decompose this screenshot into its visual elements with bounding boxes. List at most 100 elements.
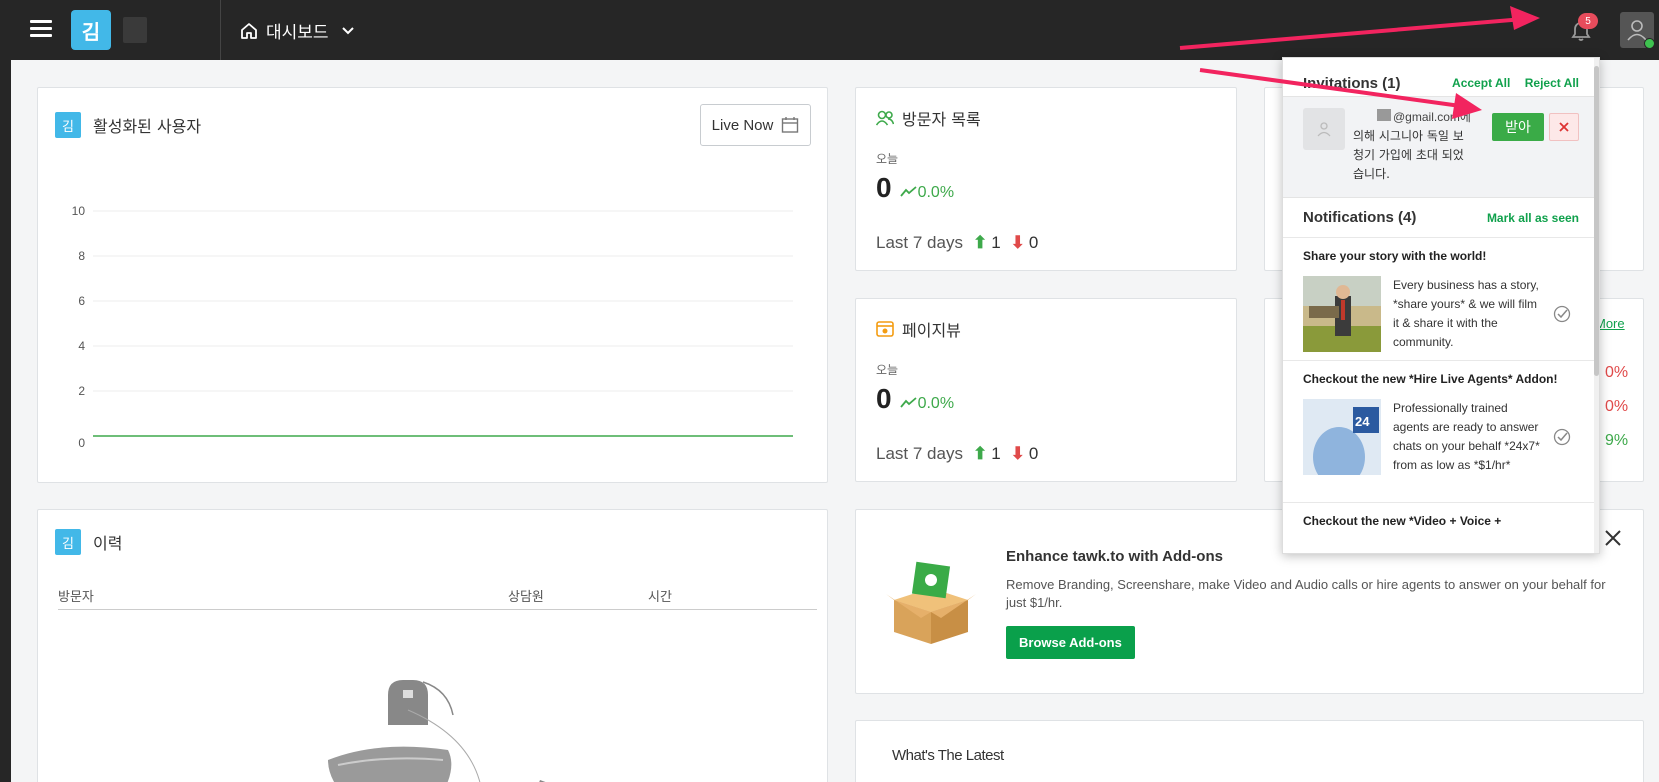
col-visitor: 방문자 bbox=[58, 590, 94, 605]
notification-body: Every business has a story, *share yours… bbox=[1393, 278, 1539, 349]
chevron-down-icon bbox=[341, 26, 354, 34]
invite-email: @gmail.com에 bbox=[1393, 110, 1471, 124]
user-icon bbox=[1317, 122, 1331, 137]
home-icon bbox=[241, 22, 257, 39]
property-badge[interactable]: 김 bbox=[71, 10, 111, 50]
close-icon bbox=[1559, 122, 1569, 132]
agent-image-label: 24 bbox=[1355, 414, 1370, 429]
trend-icon bbox=[899, 186, 917, 197]
chart-y-tick-label: 4 bbox=[78, 339, 85, 353]
top-bar: 김 대시보드 5 bbox=[0, 0, 1659, 60]
visitors-today-value: 0 bbox=[876, 172, 892, 203]
notification-body: Professionally trained agents are ready … bbox=[1393, 401, 1540, 472]
empty-mailbox-illustration bbox=[328, 680, 568, 782]
chart-y-tick-label: 2 bbox=[78, 384, 85, 398]
story-image bbox=[1303, 276, 1381, 352]
notification-count-badge: 5 bbox=[1578, 13, 1598, 29]
inviter-avatar bbox=[1303, 108, 1345, 150]
topbar-divider bbox=[220, 0, 221, 60]
notification-item[interactable]: Checkout the new *Hire Live Agents* Addo… bbox=[1283, 361, 1599, 503]
user-icon bbox=[1627, 20, 1647, 41]
check-circle-icon[interactable] bbox=[1553, 428, 1571, 446]
left-strip bbox=[0, 0, 11, 782]
pageviews-title: 페이지뷰 bbox=[902, 321, 961, 340]
col-agent: 상담원 bbox=[508, 590, 544, 605]
notification-item[interactable]: Checkout the new *Video + Voice + bbox=[1283, 503, 1599, 553]
latest-title: What's The Latest bbox=[892, 747, 1004, 764]
notification-title: Checkout the new *Video + Voice + bbox=[1303, 514, 1502, 528]
addons-title: Enhance tawk.to with Add-ons bbox=[1006, 548, 1223, 565]
calendar-icon bbox=[782, 117, 799, 133]
col-time: 시간 bbox=[648, 590, 672, 605]
pageviews-last7-label: Last 7 days bbox=[876, 444, 963, 463]
panel-scrollbar[interactable] bbox=[1594, 58, 1599, 553]
live-now-label: Live Now bbox=[711, 116, 774, 134]
close-icon[interactable] bbox=[1604, 529, 1622, 547]
arrow-up-icon: ⬆ bbox=[972, 233, 988, 252]
chart-y-tick-label: 8 bbox=[78, 249, 85, 263]
active-users-card: 김 활성화된 사용자 Live Now 10 8 6 4 2 0 bbox=[37, 87, 828, 483]
trend-icon bbox=[899, 397, 917, 408]
pageview-icon bbox=[876, 321, 894, 337]
card-badge: 김 bbox=[55, 529, 81, 555]
history-title: 이력 bbox=[93, 534, 123, 553]
pageviews-down-count: 0 bbox=[1028, 444, 1039, 463]
addons-description: Remove Branding, Screenshare, make Video… bbox=[1006, 577, 1606, 610]
addon-box-icon bbox=[886, 561, 976, 644]
chart-y-tick-label: 6 bbox=[78, 294, 85, 308]
chart-y-tick-label: 10 bbox=[72, 204, 86, 218]
latest-card: What's The Latest bbox=[855, 720, 1644, 782]
partial-pct-1: 0% bbox=[1605, 364, 1629, 381]
property-name-masked bbox=[123, 17, 147, 43]
accept-all-link[interactable]: Accept All bbox=[1452, 76, 1510, 90]
notifications-panel: Invitations (1) Accept All Reject All @g… bbox=[1282, 57, 1600, 554]
visitors-down-count: 0 bbox=[1028, 233, 1039, 252]
check-circle-icon[interactable] bbox=[1553, 305, 1571, 323]
pageviews-up-count: 1 bbox=[991, 444, 1001, 463]
notifications-title: Notifications (4) bbox=[1303, 209, 1417, 226]
reject-invite-button[interactable] bbox=[1549, 113, 1579, 141]
invitations-header: Invitations (1) Accept All Reject All bbox=[1283, 58, 1599, 96]
reject-all-link[interactable]: Reject All bbox=[1525, 76, 1579, 90]
live-now-button[interactable]: Live Now bbox=[700, 104, 811, 146]
online-status-dot bbox=[1644, 38, 1655, 49]
accept-invite-button[interactable]: 받아 bbox=[1492, 113, 1544, 141]
mark-all-seen-link[interactable]: Mark all as seen bbox=[1487, 211, 1579, 225]
active-users-title: 활성화된 사용자 bbox=[93, 117, 202, 136]
partial-pct-3: 9% bbox=[1605, 432, 1629, 449]
agent-image: 24 bbox=[1303, 399, 1381, 475]
browse-addons-button[interactable]: Browse Add-ons bbox=[1006, 626, 1135, 659]
email-redaction bbox=[1377, 109, 1391, 121]
notification-title: Share your story with the world! bbox=[1303, 249, 1487, 263]
history-table-header: 방문자 상담원 시간 bbox=[58, 586, 817, 610]
notifications-header: Notifications (4) Mark all as seen bbox=[1283, 198, 1599, 238]
visitors-up-count: 1 bbox=[991, 233, 1001, 252]
chart-y-tick-label: 0 bbox=[78, 436, 85, 450]
invitations-title: Invitations (1) bbox=[1303, 75, 1401, 92]
active-users-chart: 10 8 6 4 2 0 bbox=[72, 204, 793, 450]
partial-pct-2: 0% bbox=[1605, 398, 1629, 415]
visitors-card: 방문자 목록 오늘 0 0.0% Last 7 days ⬆ 1 ⬇ 0 bbox=[855, 87, 1237, 271]
pageviews-pct: 0.0% bbox=[917, 395, 955, 412]
arrow-up-icon: ⬆ bbox=[972, 444, 988, 463]
notification-title: Checkout the new *Hire Live Agents* Addo… bbox=[1303, 372, 1558, 386]
arrow-down-icon: ⬇ bbox=[1010, 444, 1025, 463]
visitors-title: 방문자 목록 bbox=[902, 110, 981, 129]
invitation-item: @gmail.com에 의해 시그니아 독일 보청기 가입에 초대 되었습니다.… bbox=[1283, 96, 1599, 198]
visitors-pct: 0.0% bbox=[917, 184, 955, 201]
card-badge: 김 bbox=[55, 112, 81, 138]
users-icon bbox=[876, 110, 894, 126]
visitors-last7-label: Last 7 days bbox=[876, 233, 963, 252]
pageviews-today-value: 0 bbox=[876, 383, 892, 414]
visitors-today-label: 오늘 bbox=[876, 152, 899, 166]
notification-item[interactable]: Share your story with the world! Every b… bbox=[1283, 238, 1599, 361]
dashboard-nav-label: 대시보드 bbox=[266, 23, 329, 43]
scroll-thumb[interactable] bbox=[1594, 66, 1599, 376]
hamburger-menu-icon[interactable] bbox=[30, 20, 52, 38]
pageviews-today-label: 오늘 bbox=[876, 363, 899, 377]
invite-text: 의해 시그니아 독일 보청기 가입에 초대 되었습니다. bbox=[1353, 129, 1464, 181]
pageviews-card: 페이지뷰 오늘 0 0.0% Last 7 days ⬆ 1 ⬇ 0 bbox=[855, 298, 1237, 482]
dashboard-nav-dropdown[interactable]: 대시보드 bbox=[240, 18, 363, 43]
history-card: 김 이력 방문자 상담원 시간 bbox=[37, 509, 828, 782]
arrow-down-icon: ⬇ bbox=[1010, 233, 1025, 252]
